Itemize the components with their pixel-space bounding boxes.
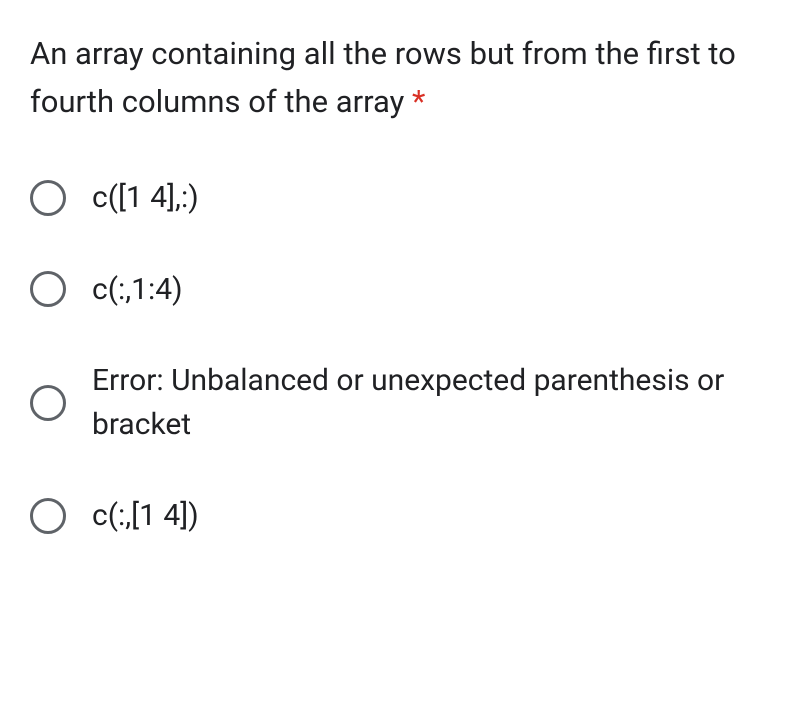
option-label: c([1 4],:) (92, 176, 199, 220)
option-row[interactable]: c(:,[1 4]) (30, 494, 770, 538)
option-row[interactable]: c(:,1:4) (30, 268, 770, 312)
option-row[interactable]: c([1 4],:) (30, 176, 770, 220)
option-label: c(:,1:4) (92, 268, 183, 312)
option-label: c(:,[1 4]) (92, 494, 199, 538)
radio-icon[interactable] (30, 385, 66, 421)
radio-icon[interactable] (30, 498, 66, 534)
option-row[interactable]: Error: Unbalanced or unexpected parenthe… (30, 359, 770, 446)
radio-icon[interactable] (30, 180, 66, 216)
radio-icon[interactable] (30, 271, 66, 307)
required-asterisk: * (412, 83, 425, 120)
options-list: c([1 4],:) c(:,1:4) Error: Unbalanced or… (30, 176, 770, 538)
question-prompt: An array containing all the rows but fro… (30, 35, 736, 120)
question-text: An array containing all the rows but fro… (30, 30, 770, 126)
option-label: Error: Unbalanced or unexpected parenthe… (92, 359, 770, 446)
